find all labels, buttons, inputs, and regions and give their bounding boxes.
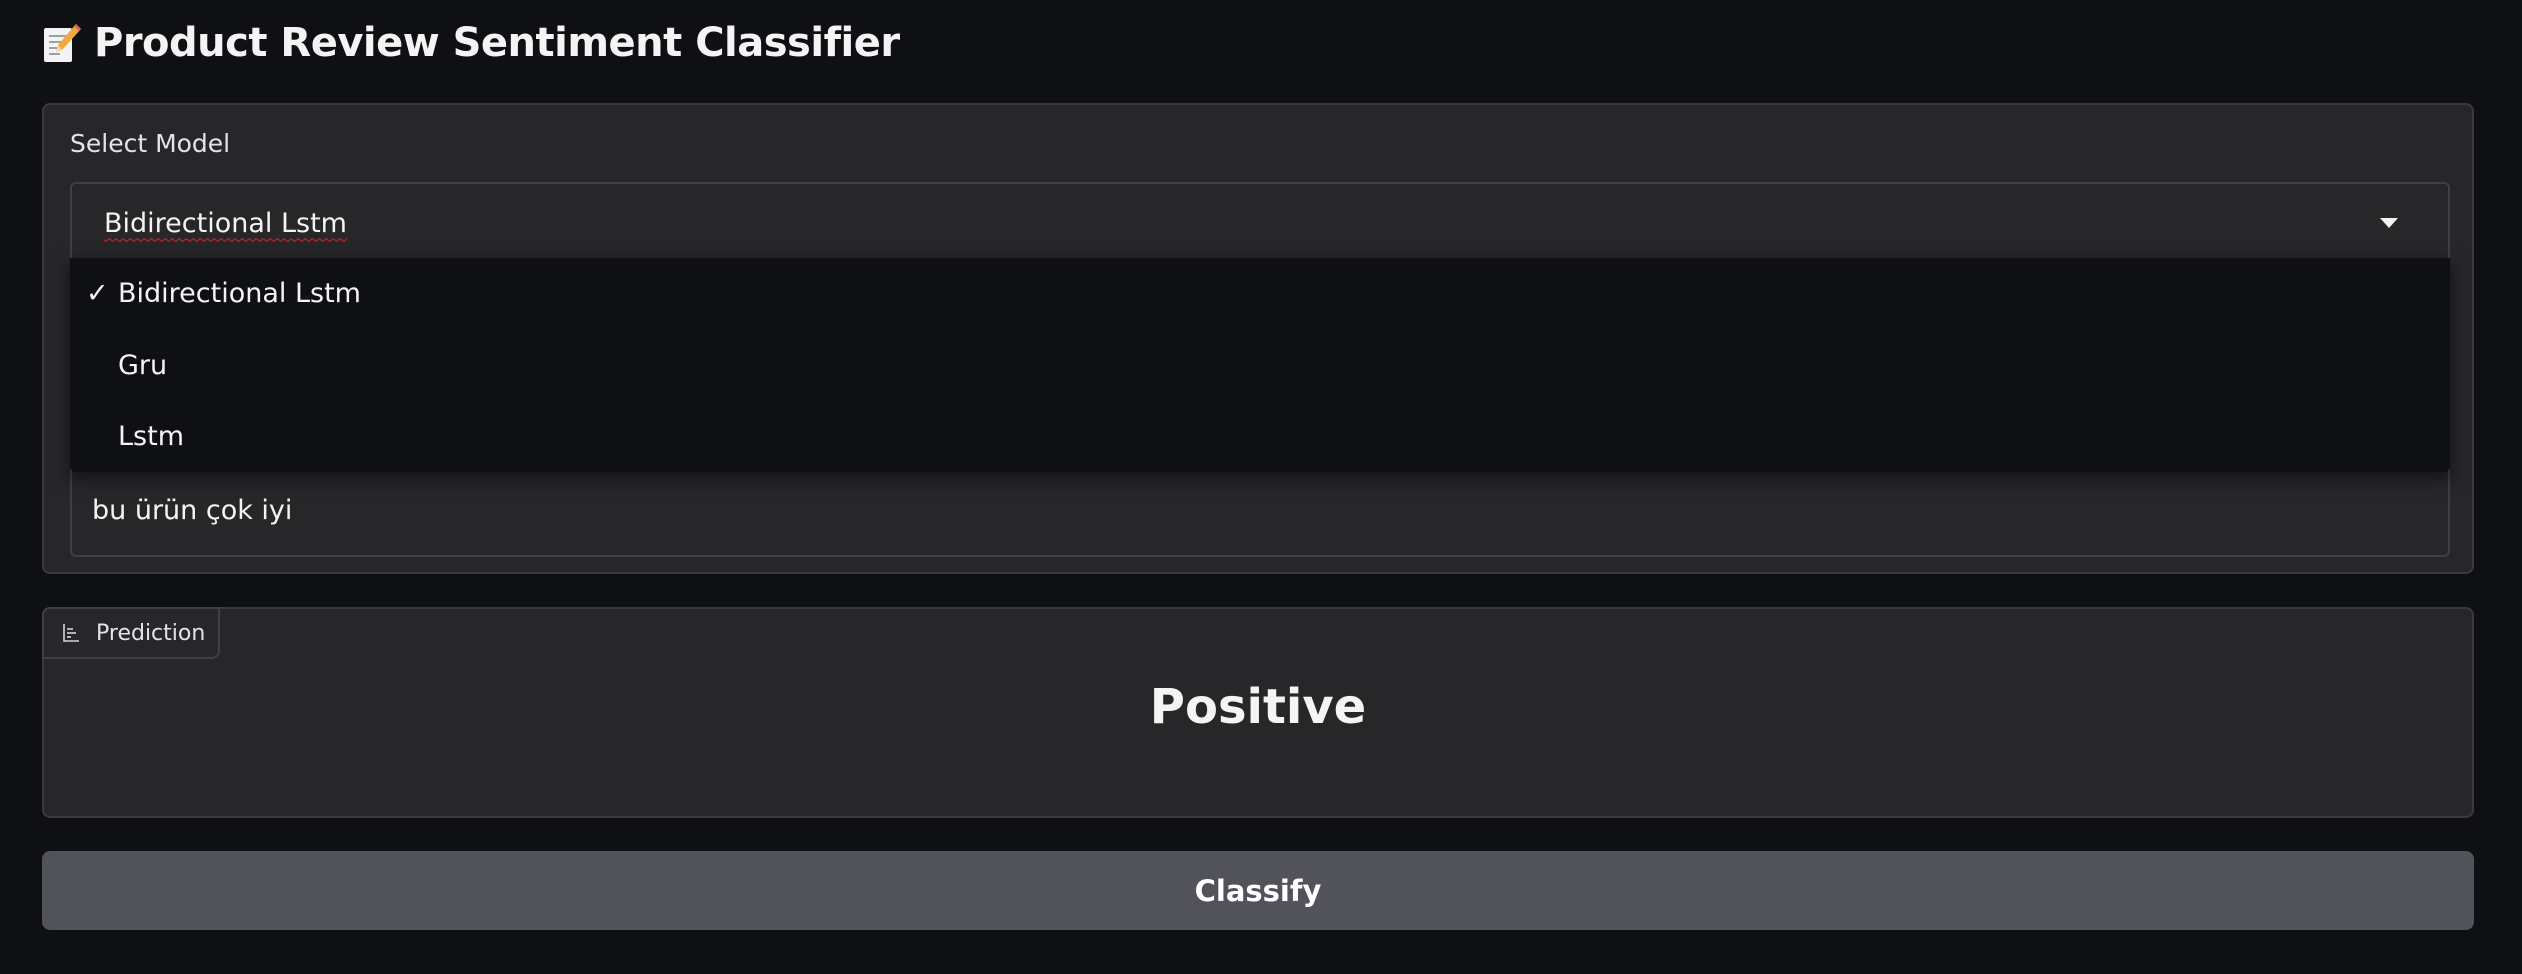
model-option-gru[interactable]: Gru (70, 330, 2450, 400)
model-option-bidirectional-lstm[interactable]: ✓ Bidirectional Lstm (70, 258, 2450, 328)
review-input[interactable]: bu ürün çok iyi (70, 465, 2450, 557)
model-option-lstm[interactable]: Lstm (70, 401, 2450, 471)
model-select[interactable]: Bidirectional Lstm (70, 182, 2450, 264)
option-label: Bidirectional Lstm (118, 277, 361, 309)
app-title: Product Review Sentiment Classifier (94, 20, 900, 66)
prediction-tab: Prediction (42, 607, 220, 659)
caret-down-icon[interactable] (2380, 218, 2398, 228)
prediction-result: Positive (1149, 679, 1367, 735)
option-label: Gru (118, 349, 168, 381)
prediction-tab-label: Prediction (96, 620, 206, 646)
option-label: Lstm (118, 420, 184, 452)
check-icon: ✓ (86, 277, 109, 309)
select-model-label: Select Model (70, 129, 231, 158)
bar-chart-icon (62, 623, 80, 643)
model-dropdown-list: ✓ Bidirectional Lstm Gru Lstm (70, 258, 2450, 472)
page-title: Product Review Sentiment Classifier (42, 12, 900, 74)
classify-button[interactable]: Classify (42, 851, 2474, 930)
model-select-value: Bidirectional Lstm (104, 207, 347, 239)
prediction-panel: Prediction Positive (42, 607, 2474, 818)
memo-icon (42, 22, 82, 64)
